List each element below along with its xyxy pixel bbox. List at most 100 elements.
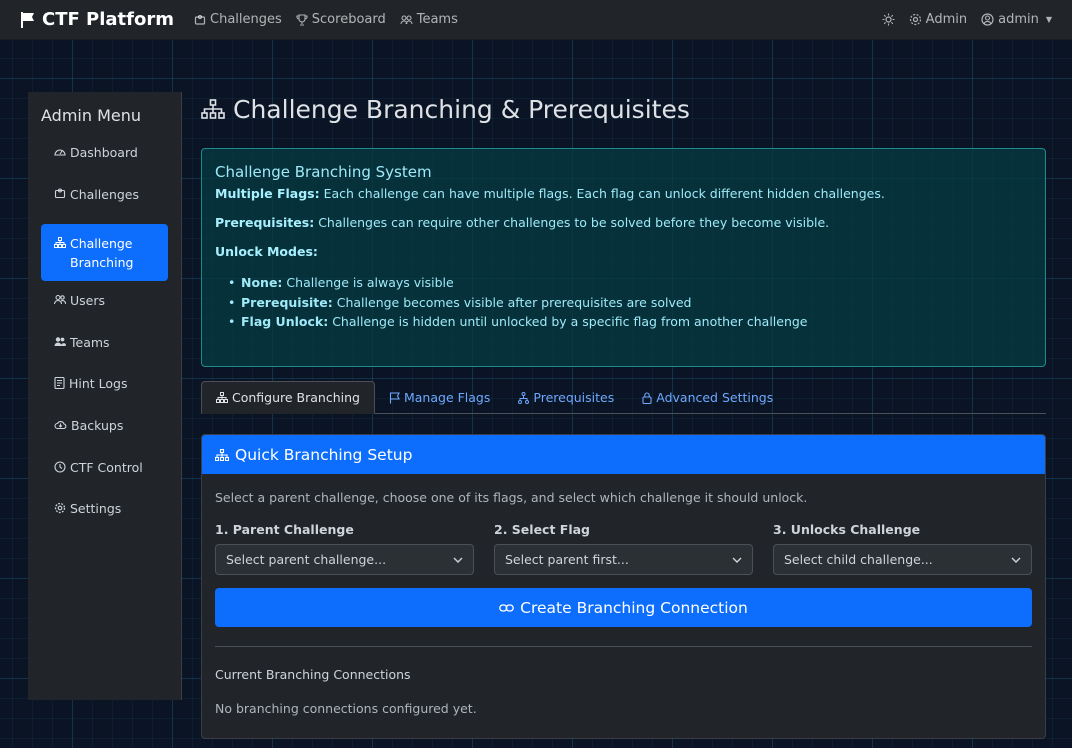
info-text: Challenges can require other challenges … <box>318 215 830 230</box>
divider <box>215 646 1032 647</box>
clock-icon <box>54 461 66 473</box>
sidebar-item-dashboard[interactable]: Dashboard <box>41 141 168 183</box>
people-icon <box>400 14 413 26</box>
info-label: Multiple Flags: <box>215 186 320 201</box>
sidebar-item-label: Users <box>70 293 106 309</box>
sun-icon <box>882 13 895 26</box>
sidebar-item-ctf-control[interactable]: CTF Control <box>41 456 168 498</box>
info-prerequisites: Prerequisites: Challenges can require ot… <box>215 215 1032 230</box>
select-value: Select child challenge... <box>784 552 933 567</box>
diagram-icon <box>216 392 228 403</box>
current-connections-title: Current Branching Connections <box>215 667 411 682</box>
list-item: Prerequisite: Challenge becomes visible … <box>228 293 1032 313</box>
flag-icon <box>389 391 400 404</box>
sidebar-item-teams[interactable]: Teams <box>41 331 168 373</box>
parent-challenge-field: 1. Parent Challenge Select parent challe… <box>215 522 474 575</box>
brand-label: CTF Platform <box>42 9 174 30</box>
tab-configure-branching[interactable]: Configure Branching <box>201 381 375 414</box>
sidebar-item-label: Settings <box>70 501 122 517</box>
user-menu-label: admin <box>998 12 1039 27</box>
sidebar-item-challenges[interactable]: Challenges <box>41 183 168 225</box>
tab-advanced-settings[interactable]: Advanced Settings <box>628 381 787 414</box>
info-unlock-modes: Unlock Modes: <box>215 244 1032 259</box>
card-title: Quick Branching Setup <box>235 445 413 464</box>
nav-challenges-label: Challenges <box>210 12 282 27</box>
diagram-icon <box>201 99 225 119</box>
parent-challenge-select[interactable]: Select parent challenge... <box>215 544 474 575</box>
flag-select[interactable]: Select parent first... <box>494 544 753 575</box>
brand[interactable]: CTF Platform <box>20 9 174 30</box>
tab-manage-flags[interactable]: Manage Flags <box>375 381 504 414</box>
sidebar-title: Admin Menu <box>41 106 142 125</box>
sidebar-item-settings[interactable]: Settings <box>41 497 168 539</box>
card-body: Select a parent challenge, choose one of… <box>202 474 1045 732</box>
gear-icon <box>54 502 66 514</box>
mode-text: Challenge is always visible <box>286 275 454 290</box>
cloud-icon <box>54 419 67 430</box>
nav-admin-label: Admin <box>925 12 968 27</box>
tab-label: Manage Flags <box>403 390 491 405</box>
list-item: Flag Unlock: Challenge is hidden until u… <box>228 312 1032 332</box>
navbar-right: Admin admin ▼ <box>882 12 1052 27</box>
button-label: Create Branching Connection <box>520 598 748 617</box>
gear-icon <box>909 13 922 26</box>
sidebar-item-label: Challenges <box>70 186 140 202</box>
info-title: Challenge Branching System <box>215 163 432 181</box>
quick-setup-card: Quick Branching Setup Select a parent ch… <box>201 434 1046 739</box>
nav-admin[interactable]: Admin <box>909 12 967 27</box>
info-alert: Challenge Branching System Multiple Flag… <box>201 148 1046 367</box>
link-icon <box>499 603 514 613</box>
field-label: 2. Select Flag <box>494 522 590 537</box>
field-label: 3. Unlocks Challenge <box>773 522 921 537</box>
team-icon <box>54 336 66 347</box>
tab-bar: Configure Branching Manage Flags Prerequ… <box>201 381 1046 414</box>
unlocks-challenge-field: 3. Unlocks Challenge Select child challe… <box>773 522 1032 575</box>
sidebar-item-challenge-branching[interactable]: Challenge Branching <box>41 224 168 282</box>
lock-icon <box>642 391 652 404</box>
list-item: None: Challenge is always visible <box>228 273 1032 293</box>
sidebar-item-label: Backups <box>71 417 124 433</box>
sidebar-item-label: Hint Logs <box>69 376 128 392</box>
select-value: Select parent first... <box>505 552 629 567</box>
hierarchy-icon <box>518 391 530 404</box>
select-flag-field: 2. Select Flag Select parent first... <box>494 522 753 575</box>
sidebar-item-users[interactable]: Users <box>41 289 168 331</box>
unlock-modes-list: None: Challenge is always visible Prereq… <box>215 273 1032 332</box>
nav-scoreboard[interactable]: Scoreboard <box>296 12 386 27</box>
card-header: Quick Branching Setup <box>202 435 1045 474</box>
mode-text: Challenge is hidden until unlocked by a … <box>332 314 808 329</box>
caret-down-icon: ▼ <box>1045 15 1052 24</box>
tab-prerequisites[interactable]: Prerequisites <box>504 381 628 414</box>
trophy-icon <box>296 13 308 26</box>
mode-label: Flag Unlock: <box>241 314 329 329</box>
flag-icon <box>20 11 36 29</box>
sidebar-item-label: Teams <box>70 334 110 350</box>
nav-teams-label: Teams <box>416 12 458 27</box>
admin-sidebar: Admin Menu Dashboard Challenges Challeng… <box>28 92 182 700</box>
nav-challenges[interactable]: Challenges <box>194 12 282 27</box>
mode-text: Challenge becomes visible after prerequi… <box>336 294 692 310</box>
setup-description: Select a parent challenge, choose one of… <box>215 490 808 505</box>
field-label: 1. Parent Challenge <box>215 522 354 537</box>
puzzle-icon <box>54 188 66 199</box>
main-content: Challenge Branching & Prerequisites Chal… <box>201 92 1046 739</box>
user-menu[interactable]: admin ▼ <box>981 12 1052 27</box>
info-text: Each challenge can have multiple flags. … <box>323 186 885 201</box>
child-challenge-select[interactable]: Select child challenge... <box>773 544 1032 575</box>
sidebar-item-backups[interactable]: Backups <box>41 414 168 456</box>
nav-teams[interactable]: Teams <box>400 12 458 27</box>
empty-state-text: No branching connections configured yet. <box>215 701 477 716</box>
sidebar-item-hint-logs[interactable]: Hint Logs <box>41 372 168 414</box>
page-title: Challenge Branching & Prerequisites <box>201 92 1046 126</box>
info-multiple-flags: Multiple Flags: Each challenge can have … <box>215 186 1032 201</box>
sidebar-item-label: Dashboard <box>70 145 138 160</box>
theme-toggle[interactable] <box>882 13 895 26</box>
chevron-down-icon <box>732 557 742 563</box>
diagram-icon <box>215 448 229 461</box>
nav-scoreboard-label: Scoreboard <box>311 12 386 27</box>
sidebar-item-label: CTF Control <box>70 459 143 475</box>
sidebar-item-label: Challenge Branching <box>70 236 134 271</box>
create-connection-button[interactable]: Create Branching Connection <box>215 588 1032 627</box>
mode-label: Prerequisite: <box>241 294 333 310</box>
tab-label: Prerequisites <box>533 390 615 405</box>
